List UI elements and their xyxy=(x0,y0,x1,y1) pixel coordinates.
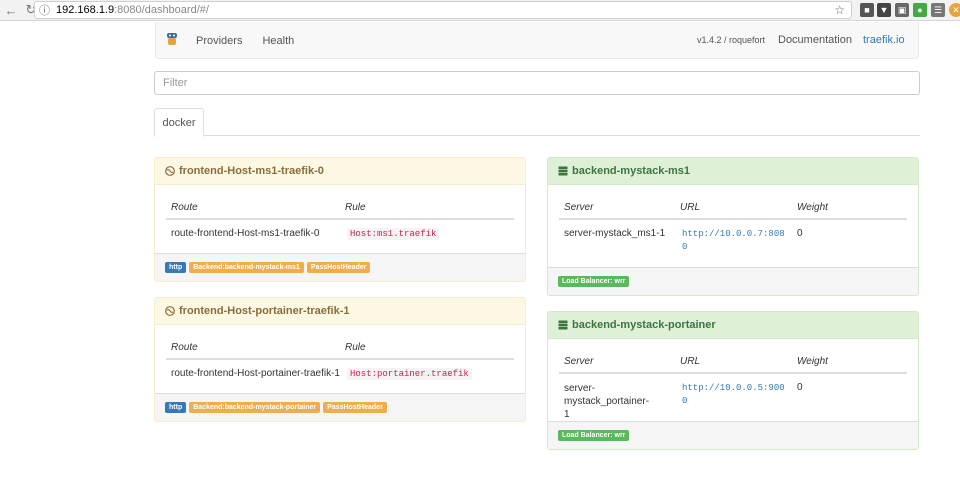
frontend-panel: frontend-Host-portainer-traefik-1 Route … xyxy=(154,297,526,422)
servers-table: Server URL Weight server-mystack_portain… xyxy=(559,348,907,420)
panel-heading: backend-mystack-ms1 xyxy=(548,158,918,185)
new-extension-icon[interactable]: ● xyxy=(913,3,927,17)
col-route: Route xyxy=(171,202,198,213)
table-row: server-mystack_ms1-1 http://10.0.0.7:808… xyxy=(559,220,907,254)
col-server: Server xyxy=(564,356,594,367)
panel-footer: Load Balancer: wrr xyxy=(548,421,918,449)
table-header: Route Rule xyxy=(166,194,514,220)
server-url[interactable]: http://10.0.0.7:8080 xyxy=(682,228,786,254)
version-text: v1.4.2 / roquefort xyxy=(697,35,766,45)
label-load-balancer: Load Balancer: wrr xyxy=(558,276,630,287)
rule-value: Host:portainer.traefik xyxy=(347,368,472,380)
table-row: route-frontend-Host-portainer-traefik-1 … xyxy=(166,360,514,394)
col-rule: Rule xyxy=(345,202,366,213)
col-rule: Rule xyxy=(345,342,366,353)
routes-table: Route Rule route-frontend-Host-ms1-traef… xyxy=(166,194,514,254)
panel-footer: Load Balancer: wrr xyxy=(548,267,918,295)
label-passhostheader: PassHostHeader xyxy=(323,402,387,413)
server-stack-icon xyxy=(558,166,568,176)
frontend-panel: frontend-Host-ms1-traefik-0 Route Rule r… xyxy=(154,157,526,282)
col-server: Server xyxy=(564,202,594,213)
nav-traefik-link[interactable]: traefik.io xyxy=(863,34,905,46)
table-header: Server URL Weight xyxy=(559,348,907,374)
address-bar[interactable]: ⓘ 192.168.1.9:8080/dashboard/#/ ☆ xyxy=(34,1,852,19)
backend-title: backend-mystack-portainer xyxy=(572,319,716,331)
filter-input[interactable] xyxy=(154,71,920,95)
label-backend: Backend:backend-mystack-portainer xyxy=(189,402,321,413)
label-protocol: http xyxy=(165,402,187,413)
route-name: route-frontend-Host-ms1-traefik-0 xyxy=(171,228,320,239)
table-header: Server URL Weight xyxy=(559,194,907,220)
nav-providers[interactable]: Providers xyxy=(196,35,242,47)
globe-icon xyxy=(165,166,175,176)
col-weight: Weight xyxy=(797,356,828,367)
pocket-icon[interactable]: ▼ xyxy=(877,3,891,17)
route-name: route-frontend-Host-portainer-traefik-1 xyxy=(171,368,340,379)
table-header: Route Rule xyxy=(166,334,514,360)
extension-orange-icon[interactable]: ✕ xyxy=(949,3,960,17)
panel-footer: http Backend:backend-mystack-ms1 PassHos… xyxy=(155,253,525,281)
panel-heading: frontend-Host-portainer-traefik-1 xyxy=(155,298,525,325)
frontend-title: frontend-Host-ms1-traefik-0 xyxy=(179,165,324,177)
label-protocol: http xyxy=(165,262,187,273)
info-icon[interactable]: ⓘ xyxy=(39,2,50,18)
col-url: URL xyxy=(680,356,701,367)
server-weight: 0 xyxy=(797,228,803,239)
col-weight: Weight xyxy=(797,202,828,213)
server-url[interactable]: http://10.0.0.5:9000 xyxy=(682,382,786,408)
traefik-logo-icon[interactable] xyxy=(166,32,178,46)
panel-heading: frontend-Host-ms1-traefik-0 xyxy=(155,158,525,185)
panel-footer: http Backend:backend-mystack-portainer P… xyxy=(155,393,525,421)
frontend-title: frontend-Host-portainer-traefik-1 xyxy=(179,305,350,317)
col-url: URL xyxy=(680,202,701,213)
back-arrow-icon[interactable]: ← xyxy=(2,1,20,19)
provider-tabs: docker xyxy=(154,108,920,137)
url-host: 192.168.1.9 xyxy=(56,4,115,16)
server-name: server-mystack_portainer-1 xyxy=(564,383,650,420)
server-weight: 0 xyxy=(797,382,803,393)
tab-docker[interactable]: docker xyxy=(154,108,204,137)
col-route: Route xyxy=(171,342,198,353)
rule-value: Host:ms1.traefik xyxy=(347,228,440,240)
nav-health[interactable]: Health xyxy=(262,35,294,47)
nav-documentation[interactable]: Documentation xyxy=(778,34,852,46)
backend-panel: backend-mystack-portainer Server URL Wei… xyxy=(547,311,919,450)
backend-panel: backend-mystack-ms1 Server URL Weight se… xyxy=(547,157,919,296)
navbar: Providers Health v1.4.2 / roquefort Docu… xyxy=(155,22,919,59)
label-backend: Backend:backend-mystack-ms1 xyxy=(189,262,304,273)
backend-title: backend-mystack-ms1 xyxy=(572,165,691,177)
extension-icon[interactable]: ■ xyxy=(860,3,874,17)
label-passhostheader: PassHostHeader xyxy=(306,262,371,273)
url-path: :8080/dashboard/#/ xyxy=(114,4,209,16)
servers-table: Server URL Weight server-mystack_ms1-1 h… xyxy=(559,194,907,254)
routes-table: Route Rule route-frontend-Host-portainer… xyxy=(166,334,514,394)
window-icon[interactable]: ▣ xyxy=(895,3,909,17)
globe-icon xyxy=(165,306,175,316)
table-row: route-frontend-Host-ms1-traefik-0 Host:m… xyxy=(166,220,514,254)
panel-heading: backend-mystack-portainer xyxy=(548,312,918,339)
browser-toolbar: ← ↻ ⓘ 192.168.1.9:8080/dashboard/#/ ☆ ■ … xyxy=(0,0,960,21)
label-load-balancer: Load Balancer: wrr xyxy=(558,430,630,441)
table-row: server-mystack_portainer-1 http://10.0.0… xyxy=(559,374,907,420)
bookmark-star-icon[interactable]: ☆ xyxy=(834,3,845,17)
server-name: server-mystack_ms1-1 xyxy=(564,228,666,239)
server-stack-icon xyxy=(558,320,568,330)
notes-icon[interactable]: ☰ xyxy=(931,3,945,17)
